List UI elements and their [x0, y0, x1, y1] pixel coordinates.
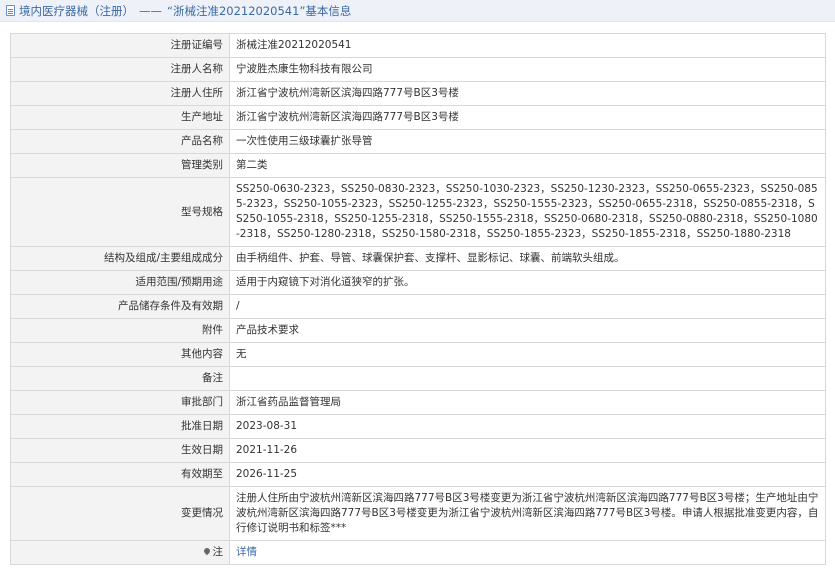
field-label: 审批部门 — [10, 390, 230, 415]
note-label-text: 注 — [212, 546, 224, 558]
field-label: 产品储存条件及有效期 — [10, 294, 230, 319]
breadcrumb-root[interactable]: 境内医疗器械（注册） — [19, 3, 134, 19]
table-row: 型号规格 SS250-0630-2323，SS250-0830-2323，SS2… — [10, 177, 826, 247]
field-label: 结构及组成/主要组成成分 — [10, 246, 230, 271]
field-label: 其他内容 — [10, 342, 230, 367]
field-value: 一次性使用三级球囊扩张导管 — [229, 129, 826, 154]
pin-icon — [202, 546, 211, 556]
field-value — [229, 366, 826, 391]
field-value: SS250-0630-2323，SS250-0830-2323，SS250-10… — [229, 177, 826, 247]
table-row: 生产地址 浙江省宁波杭州湾新区滨海四路777号B区3号楼 — [10, 105, 826, 130]
table-row: 备注 — [10, 366, 826, 391]
field-label: 生效日期 — [10, 438, 230, 463]
info-table: 注册证编号 浙械注准20212020541 注册人名称 宁波胜杰康生物科技有限公… — [10, 33, 826, 565]
field-value: 无 — [229, 342, 826, 367]
note-value: 详情 — [229, 540, 826, 565]
field-label: 附件 — [10, 318, 230, 343]
field-label: 生产地址 — [10, 105, 230, 130]
page-header: 境内医疗器械（注册） —— “浙械注准20212020541”基本信息 — [0, 0, 835, 22]
table-row: 注册人名称 宁波胜杰康生物科技有限公司 — [10, 57, 826, 82]
table-row: 管理类别 第二类 — [10, 153, 826, 178]
table-row: 注册人住所 浙江省宁波杭州湾新区滨海四路777号B区3号楼 — [10, 81, 826, 106]
table-row: 注 详情 — [10, 540, 826, 565]
field-value: 注册人住所由宁波杭州湾新区滨海四路777号B区3号楼变更为浙江省宁波杭州湾新区滨… — [229, 486, 826, 541]
table-row: 变更情况 注册人住所由宁波杭州湾新区滨海四路777号B区3号楼变更为浙江省宁波杭… — [10, 486, 826, 541]
field-value: 产品技术要求 — [229, 318, 826, 343]
details-link[interactable]: 详情 — [236, 546, 257, 558]
field-value: 2026-11-25 — [229, 462, 826, 487]
field-value: 浙江省宁波杭州湾新区滨海四路777号B区3号楼 — [229, 81, 826, 106]
table-row: 有效期至 2026-11-25 — [10, 462, 826, 487]
field-label: 备注 — [10, 366, 230, 391]
field-value: 2023-08-31 — [229, 414, 826, 439]
field-value: 第二类 — [229, 153, 826, 178]
table-row: 生效日期 2021-11-26 — [10, 438, 826, 463]
field-label: 注册证编号 — [10, 33, 230, 58]
table-row: 产品储存条件及有效期 / — [10, 294, 826, 319]
note-label: 注 — [10, 540, 230, 565]
field-value: 适用于内窥镜下对消化道狭窄的扩张。 — [229, 270, 826, 295]
table-row: 批准日期 2023-08-31 — [10, 414, 826, 439]
field-label: 产品名称 — [10, 129, 230, 154]
field-label: 适用范围/预期用途 — [10, 270, 230, 295]
document-icon — [6, 5, 15, 16]
page-title: “浙械注准20212020541”基本信息 — [167, 3, 352, 18]
field-value: 由手柄组件、护套、导管、球囊保护套、支撑杆、显影标记、球囊、前端软头组成。 — [229, 246, 826, 271]
field-value: 浙江省宁波杭州湾新区滨海四路777号B区3号楼 — [229, 105, 826, 130]
field-value: / — [229, 294, 826, 319]
table-row: 适用范围/预期用途 适用于内窥镜下对消化道狭窄的扩张。 — [10, 270, 826, 295]
field-value: 2021-11-26 — [229, 438, 826, 463]
table-row: 其他内容 无 — [10, 342, 826, 367]
field-label: 变更情况 — [10, 486, 230, 541]
field-value: 宁波胜杰康生物科技有限公司 — [229, 57, 826, 82]
field-label: 有效期至 — [10, 462, 230, 487]
field-label: 注册人名称 — [10, 57, 230, 82]
table-row: 结构及组成/主要组成成分 由手柄组件、护套、导管、球囊保护套、支撑杆、显影标记、… — [10, 246, 826, 271]
breadcrumb-separator: —— — [139, 3, 162, 18]
table-row: 附件 产品技术要求 — [10, 318, 826, 343]
table-row: 审批部门 浙江省药品监督管理局 — [10, 390, 826, 415]
field-value: 浙械注准20212020541 — [229, 33, 826, 58]
table-row: 注册证编号 浙械注准20212020541 — [10, 33, 826, 58]
table-row: 产品名称 一次性使用三级球囊扩张导管 — [10, 129, 826, 154]
field-value: 浙江省药品监督管理局 — [229, 390, 826, 415]
field-label: 管理类别 — [10, 153, 230, 178]
field-label: 注册人住所 — [10, 81, 230, 106]
field-label: 批准日期 — [10, 414, 230, 439]
field-label: 型号规格 — [10, 177, 230, 247]
